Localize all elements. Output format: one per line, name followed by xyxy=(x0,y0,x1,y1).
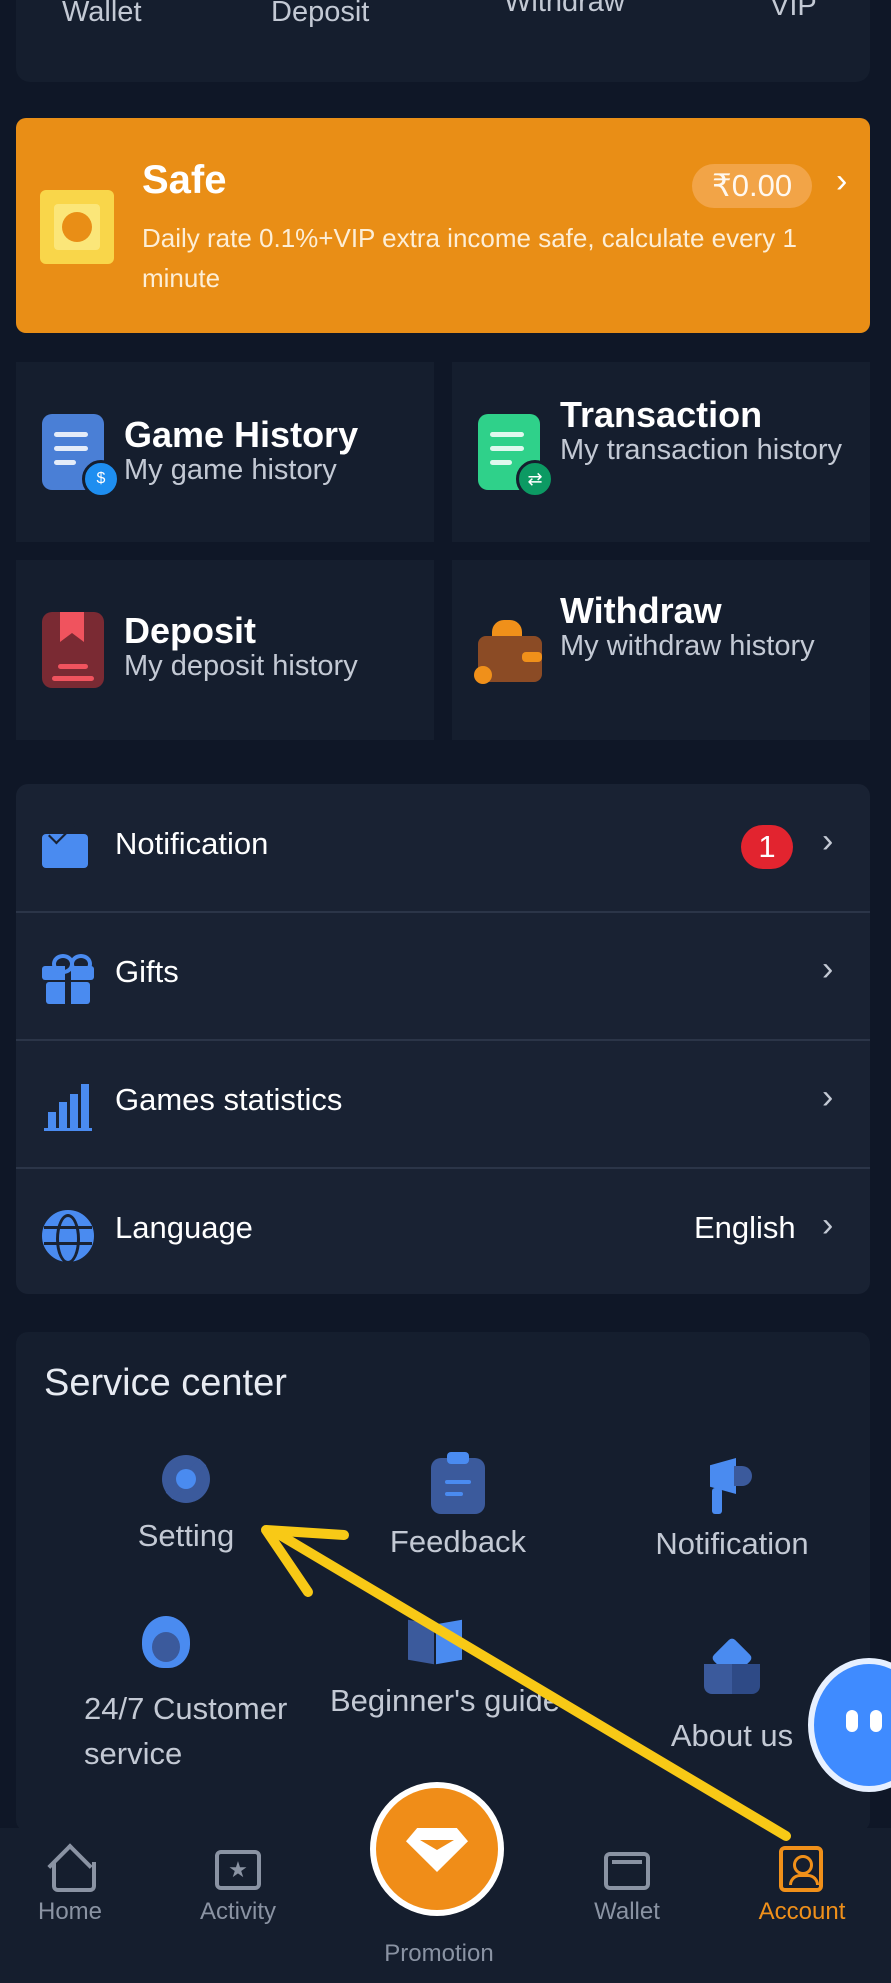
annotation-arrow xyxy=(261,1525,791,1841)
